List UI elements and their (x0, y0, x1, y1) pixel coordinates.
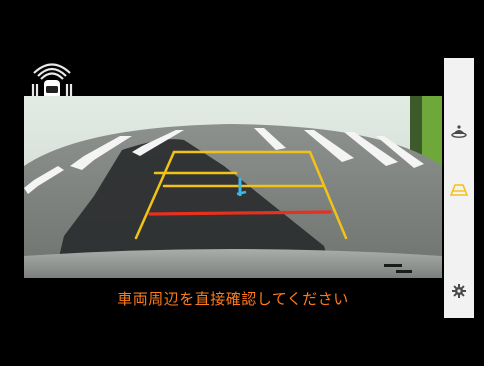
warning-message: 車両周辺を直接確認してください (117, 290, 349, 308)
vehicle-bumper (24, 249, 442, 278)
right-sidebar (444, 58, 474, 318)
gear-icon (452, 284, 466, 298)
rear-camera-view (24, 96, 442, 278)
parking-guide-icon (450, 183, 468, 197)
settings-button[interactable] (444, 276, 474, 306)
top-down-view-icon (450, 122, 468, 140)
guidelines-button[interactable] (444, 175, 474, 205)
view-mode-button[interactable] (444, 116, 474, 146)
